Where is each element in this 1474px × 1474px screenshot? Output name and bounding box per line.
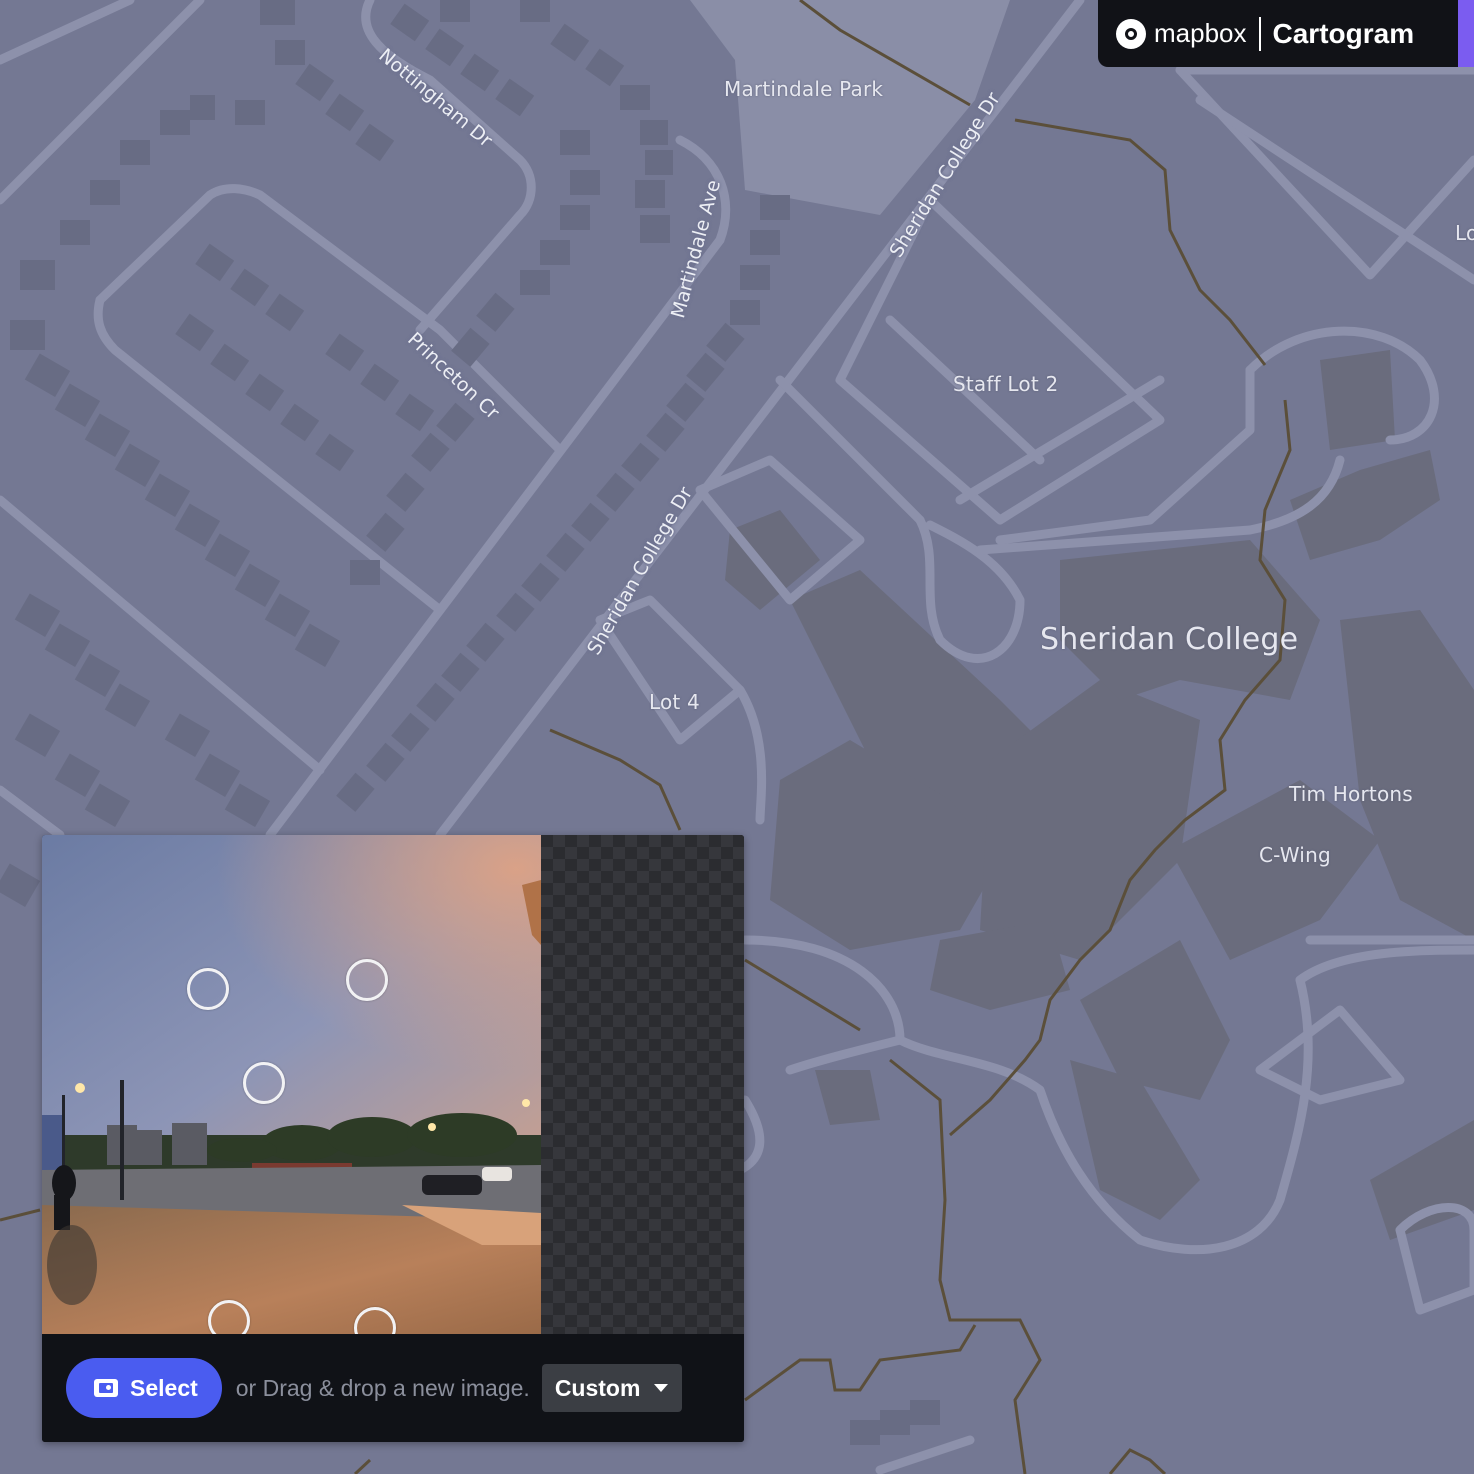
control-point-handle[interactable]	[346, 959, 388, 1001]
chevron-down-icon	[654, 1384, 669, 1392]
c-wing-label: C-Wing	[1259, 843, 1331, 867]
drop-hint-text: or Drag & drop a new image.	[235, 1374, 530, 1401]
panel-toolbar: Select or Drag & drop a new image. Custo…	[42, 1334, 744, 1442]
sheridan-college-label: Sheridan College	[1040, 622, 1299, 657]
mapbox-wordmark: mapbox	[1154, 18, 1247, 48]
martindale-park-label: Martindale Park	[724, 77, 884, 101]
tim-hortons-label: Tim Hortons	[1289, 782, 1413, 806]
preset-dropdown[interactable]: Custom	[541, 1364, 683, 1412]
select-label: Select	[130, 1374, 198, 1401]
image-icon	[94, 1379, 118, 1397]
brand-accent-bar	[1458, 0, 1474, 67]
product-name: Cartogram	[1272, 17, 1415, 49]
brand-badge: mapbox Cartogram	[1098, 0, 1474, 67]
control-point-handle[interactable]	[243, 1062, 285, 1104]
control-point-handle[interactable]	[187, 968, 229, 1010]
staff-lot-2-label: Staff Lot 2	[953, 372, 1059, 396]
uploaded-photo	[42, 835, 541, 1334]
preset-value: Custom	[554, 1374, 641, 1401]
brand-divider	[1258, 16, 1261, 51]
transparent-area	[541, 835, 744, 1334]
edge-poi-label: Lo	[1455, 221, 1474, 245]
lot-4-label: Lot 4	[649, 690, 700, 714]
martindale-park-area	[690, 0, 1010, 215]
select-image-button[interactable]: Select	[66, 1358, 222, 1418]
image-panel[interactable]: Select or Drag & drop a new image. Custo…	[42, 835, 744, 1442]
mapbox-logo-icon	[1116, 18, 1146, 49]
